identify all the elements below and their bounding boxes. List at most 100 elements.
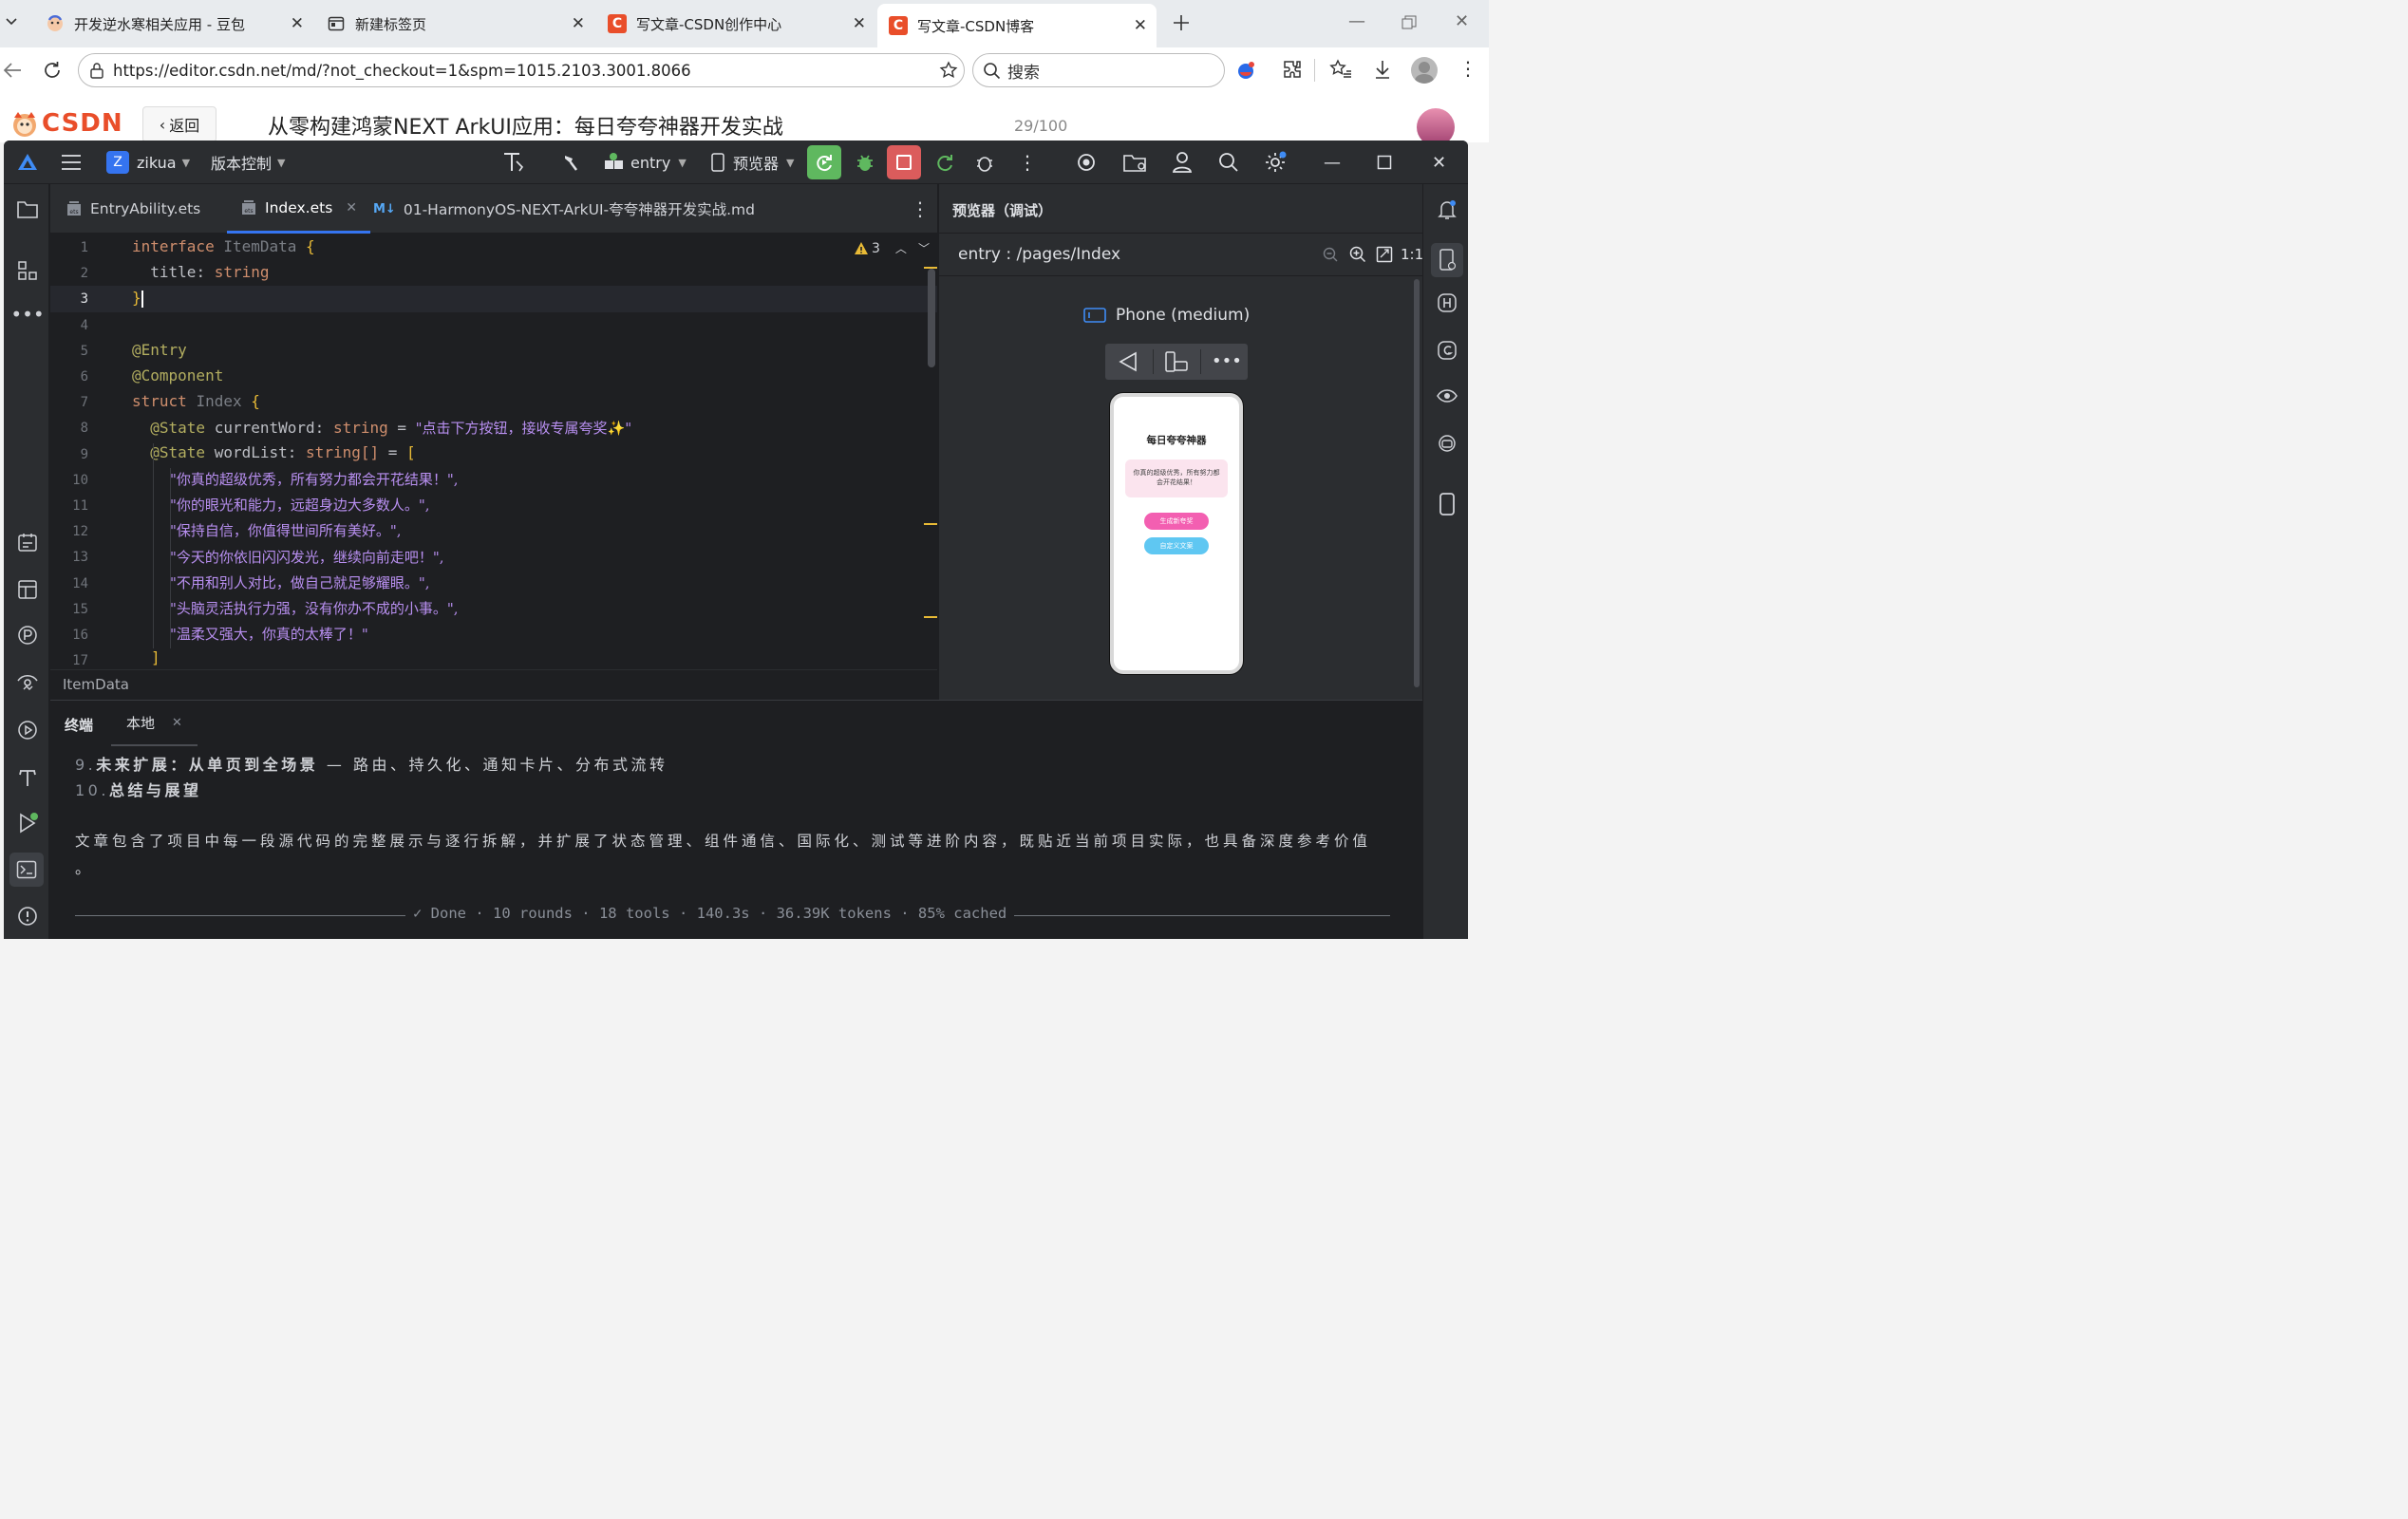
terminal-icon[interactable] xyxy=(9,853,44,887)
editor-tab-entryability[interactable]: ets EntryAbility.ets xyxy=(66,184,200,234)
browser-search-box[interactable]: 搜索 xyxy=(972,53,1225,87)
problems-icon[interactable] xyxy=(15,904,40,928)
browser-tab-csdn-blog[interactable]: C 写文章-CSDN博客 ✕ xyxy=(877,4,1157,47)
back-button[interactable]: ‹ 返回 xyxy=(142,106,216,142)
reload-icon[interactable] xyxy=(42,60,63,81)
notifications-bell-icon[interactable] xyxy=(1435,197,1459,222)
copilot-icon[interactable] xyxy=(1234,59,1257,82)
custom-text-button[interactable]: 自定义文案 xyxy=(1144,537,1209,554)
ide-minimize-icon[interactable]: — xyxy=(1324,141,1341,184)
browser-tab-doubao[interactable]: 开发逆水寒相关应用 - 豆包 ✕ xyxy=(34,6,313,42)
profiler-p-icon[interactable] xyxy=(15,623,40,647)
close-tab-icon[interactable]: ✕ xyxy=(291,14,304,33)
site-info-icon[interactable] xyxy=(88,62,105,79)
project-folder-icon[interactable] xyxy=(15,197,40,222)
device-phone-icon[interactable] xyxy=(1435,492,1459,516)
rerun-button[interactable] xyxy=(807,141,841,184)
csdn-logo[interactable]: CSDN xyxy=(9,108,123,139)
breadcrumb[interactable]: ItemData xyxy=(50,669,937,700)
control-divider xyxy=(1200,349,1201,374)
close-tab-icon[interactable]: ✕ xyxy=(853,14,866,33)
arkui-inspector-icon[interactable] xyxy=(501,141,526,184)
rotate-device-icon[interactable] xyxy=(1164,350,1189,373)
ide-close-icon[interactable]: ✕ xyxy=(1432,141,1446,184)
terminal-paragraph: 文章包含了项目中每一段源代码的完整展示与逐行拆解，并扩展了状态管理、组件通信、国… xyxy=(75,833,1372,850)
run-panel-icon[interactable] xyxy=(15,811,40,835)
terminal-session-tab[interactable]: 本地 ✕ xyxy=(111,701,198,746)
article-title-input[interactable]: 从零构建鸿蒙NEXT ArkUI应用：每日夸夸神器开发实战 xyxy=(268,110,783,141)
attach-debugger-icon[interactable] xyxy=(974,141,995,184)
restore-window-icon[interactable] xyxy=(1402,15,1417,30)
project-selector[interactable]: Z zikua ▼ xyxy=(106,141,190,184)
device-profile-label[interactable]: Phone (medium) xyxy=(1083,306,1250,325)
close-tab-icon[interactable]: ✕ xyxy=(572,14,585,33)
profile-avatar[interactable] xyxy=(1411,57,1438,84)
more-options-icon[interactable]: ⋮ xyxy=(1458,57,1477,80)
close-session-icon[interactable]: ✕ xyxy=(172,716,182,730)
device-manager-icon[interactable] xyxy=(1075,141,1098,184)
inspector-eye-icon[interactable] xyxy=(15,670,40,695)
downloads-icon[interactable] xyxy=(1373,59,1392,80)
more-actions-icon[interactable]: ⋮ xyxy=(1018,141,1037,184)
search-everywhere-icon[interactable] xyxy=(1217,141,1240,184)
more-options-icon[interactable]: ••• xyxy=(1212,351,1242,371)
settings-gear-icon[interactable] xyxy=(1263,141,1288,184)
arkui-text-tool-icon[interactable] xyxy=(15,765,40,790)
code-editor[interactable]: 1 2 3 4 5 6 7 8 9 10 11 12 13 14 15 16 17 interface Item… xyxy=(50,234,937,669)
tab-list-chevron-icon[interactable] xyxy=(4,13,19,28)
zoom-in-icon[interactable] xyxy=(1349,246,1366,263)
structure-icon[interactable] xyxy=(15,258,40,283)
hammer-build-icon[interactable] xyxy=(562,141,581,184)
ai-assistant-icon[interactable] xyxy=(1435,431,1459,456)
favorites-icon[interactable] xyxy=(1329,59,1352,80)
close-tab-icon[interactable]: ✕ xyxy=(1134,16,1147,35)
device-selector[interactable]: 预览器 ▼ xyxy=(710,141,794,184)
folder-search-icon[interactable] xyxy=(1122,141,1149,184)
vcs-menu[interactable]: 版本控制 ▼ xyxy=(211,141,285,184)
editor-tab-index[interactable]: ets Index.ets ✕ xyxy=(227,184,371,234)
apply-changes-icon[interactable] xyxy=(934,141,955,184)
tab-actions-icon[interactable]: ⋮ xyxy=(911,184,930,234)
code-line: @Component xyxy=(132,366,224,384)
close-window-icon[interactable]: ✕ xyxy=(1455,11,1469,31)
close-tab-icon[interactable]: ✕ xyxy=(346,200,357,216)
stop-button[interactable] xyxy=(887,141,921,184)
editor-tab-markdown[interactable]: M↓ 01-HarmonyOS-NEXT-ArkUI-夸夸神器开发实战.md xyxy=(373,184,755,234)
fit-screen-icon[interactable] xyxy=(1376,246,1393,263)
main-menu-icon[interactable] xyxy=(61,141,82,184)
previewer-phone-icon[interactable] xyxy=(1431,243,1463,277)
visibility-eye-icon[interactable] xyxy=(1435,384,1459,408)
generate-praise-button[interactable]: 生成新夸奖 xyxy=(1144,513,1209,530)
address-bar[interactable]: https://editor.csdn.net/md/?not_checkout… xyxy=(78,53,965,87)
browser-tab-csdn-center[interactable]: C 写文章-CSDN创作中心 ✕ xyxy=(596,6,875,42)
inspection-widget[interactable]: 3 ︿ ﹀ xyxy=(854,240,930,256)
editor-scrollbar[interactable] xyxy=(928,269,935,367)
todo-calendar-icon[interactable] xyxy=(15,530,40,554)
chevron-down-icon: ▼ xyxy=(181,156,191,169)
debug-bug-icon[interactable] xyxy=(855,141,875,184)
extensions-icon[interactable] xyxy=(1282,59,1303,80)
previous-highlight-icon[interactable]: ︿ xyxy=(895,240,907,256)
browser-tab-newtab[interactable]: 新建标签页 ✕ xyxy=(315,6,594,42)
harmony-h-icon[interactable] xyxy=(1435,291,1459,315)
new-tab-button[interactable] xyxy=(1172,13,1191,32)
account-icon[interactable] xyxy=(1172,141,1193,184)
actual-size-toggle[interactable]: 1:1 xyxy=(1401,246,1423,263)
back-triangle-icon[interactable] xyxy=(1117,351,1139,372)
project-badge: Z xyxy=(106,151,129,174)
next-highlight-icon[interactable]: ﹀ xyxy=(918,240,930,256)
ide-maximize-icon[interactable] xyxy=(1377,141,1392,184)
services-icon[interactable] xyxy=(15,718,40,742)
gradle-g-icon[interactable] xyxy=(1435,338,1459,363)
line-number: 1 xyxy=(80,240,88,255)
back-arrow-icon[interactable] xyxy=(2,61,23,80)
previewer-scrollbar[interactable] xyxy=(1414,279,1420,687)
favorite-star-icon[interactable] xyxy=(939,61,958,80)
zoom-out-icon[interactable] xyxy=(1323,247,1339,263)
layout-table-icon[interactable] xyxy=(15,577,40,602)
minimize-window-icon[interactable]: — xyxy=(1348,11,1365,31)
ets-file-icon: ets xyxy=(242,199,255,215)
phone-preview-screen[interactable]: 每日夸夸神器 你真的超级优秀，所有努力都会开花结果！ 生成新夸奖 自定义文案 xyxy=(1110,393,1243,674)
run-config-selector[interactable]: entry ▼ xyxy=(604,141,687,184)
more-tools-icon[interactable]: ••• xyxy=(10,302,44,327)
